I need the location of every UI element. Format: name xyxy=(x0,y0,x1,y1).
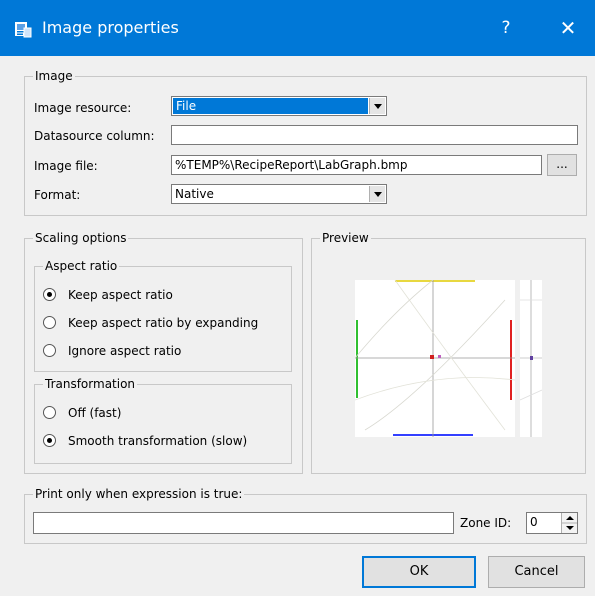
smooth-transformation-radio[interactable] xyxy=(43,434,56,447)
keep-aspect-ratio-label[interactable]: Keep aspect ratio xyxy=(68,287,173,303)
spin-buttons[interactable] xyxy=(561,513,577,533)
format-combo[interactable]: Native xyxy=(171,184,387,204)
format-label: Format: xyxy=(34,188,81,202)
image-properties-icon xyxy=(14,20,32,38)
help-button[interactable]: ? xyxy=(488,16,524,40)
chevron-down-icon[interactable] xyxy=(369,186,385,202)
datasource-column-input[interactable] xyxy=(171,125,578,145)
cancel-button[interactable]: Cancel xyxy=(488,556,585,588)
browse-button[interactable]: ... xyxy=(547,154,577,176)
ignore-aspect-ratio-radio[interactable] xyxy=(43,344,56,357)
ignore-aspect-ratio-label[interactable]: Ignore aspect ratio xyxy=(68,343,181,359)
image-resource-value: File xyxy=(173,98,368,114)
off-fast-label[interactable]: Off (fast) xyxy=(68,405,121,421)
preview-title: Preview xyxy=(320,230,371,246)
keep-aspect-ratio-expanding-radio[interactable] xyxy=(43,316,56,329)
image-resource-combo[interactable]: File xyxy=(171,96,387,116)
datasource-column-label: Datasource column: xyxy=(34,129,155,143)
zone-id-value: 0 xyxy=(530,515,538,529)
keep-aspect-ratio-radio[interactable] xyxy=(43,288,56,301)
image-group-title: Image xyxy=(33,68,75,84)
title-bar: Image properties ? ✕ xyxy=(0,0,595,56)
print-expression-title: Print only when expression is true: xyxy=(33,486,245,502)
print-expression-input[interactable] xyxy=(33,512,454,534)
ok-button[interactable]: OK xyxy=(362,556,476,588)
preview-image xyxy=(354,279,516,437)
zone-id-label: Zone ID: xyxy=(460,516,512,530)
preview-side-strip xyxy=(519,280,543,437)
smooth-transformation-label[interactable]: Smooth transformation (slow) xyxy=(68,433,247,449)
transformation-group: Transformation xyxy=(34,376,292,464)
close-button[interactable]: ✕ xyxy=(548,16,588,40)
aspect-ratio-title: Aspect ratio xyxy=(43,258,120,274)
image-file-input[interactable]: %TEMP%\RecipeReport\LabGraph.bmp xyxy=(171,155,542,175)
window-title: Image properties xyxy=(42,18,179,37)
transformation-title: Transformation xyxy=(43,376,138,392)
keep-aspect-ratio-expanding-label[interactable]: Keep aspect ratio by expanding xyxy=(68,315,258,331)
chevron-down-icon[interactable] xyxy=(369,98,385,114)
format-value: Native xyxy=(175,187,214,201)
zone-id-stepper[interactable]: 0 xyxy=(526,512,578,534)
off-fast-radio[interactable] xyxy=(43,406,56,419)
image-file-label: Image file: xyxy=(34,159,98,173)
image-resource-label: Image resource: xyxy=(34,101,132,115)
scaling-options-title: Scaling options xyxy=(33,230,129,246)
